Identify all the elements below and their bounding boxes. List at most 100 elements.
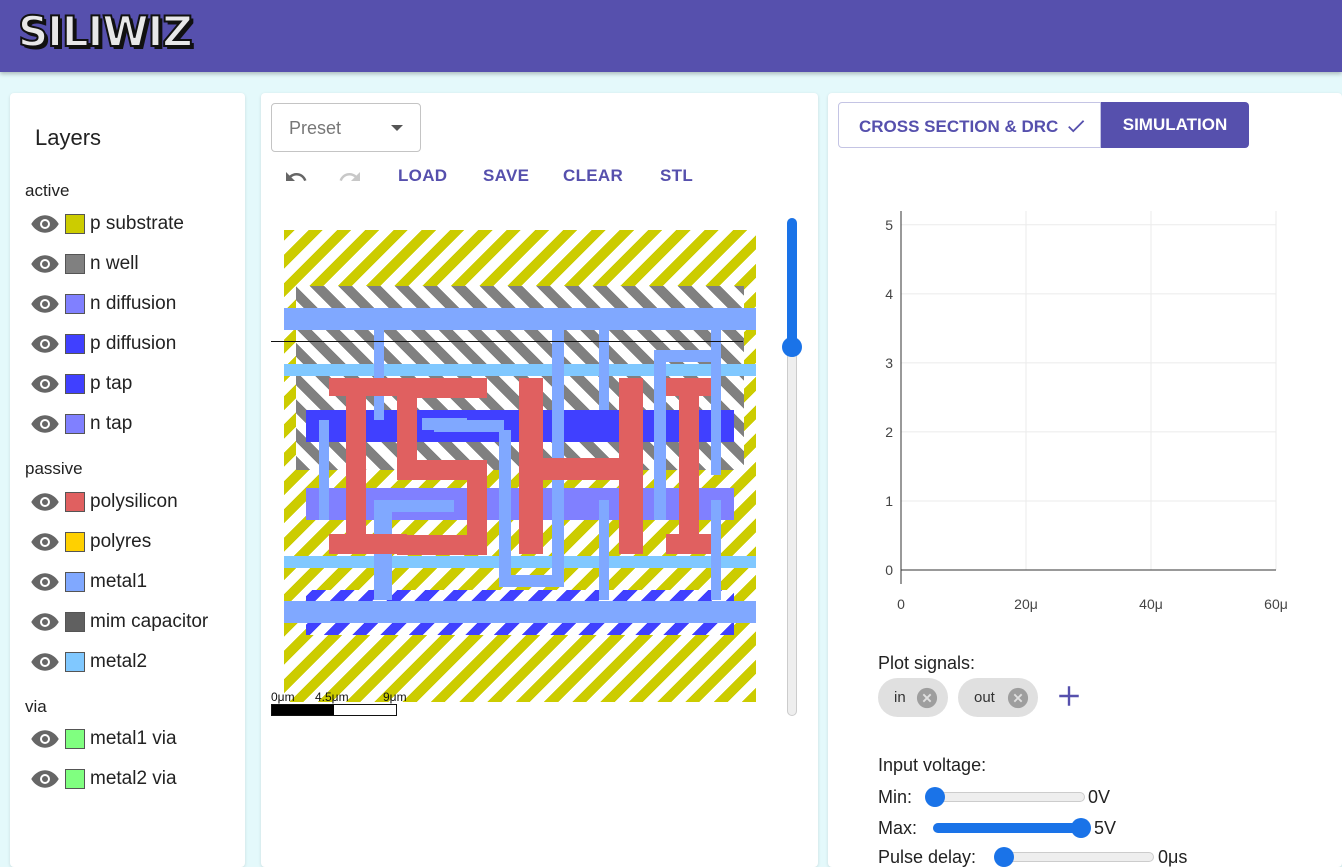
undo-icon[interactable] xyxy=(281,165,311,189)
eye-icon[interactable] xyxy=(30,572,60,592)
polysilicon-layer xyxy=(679,378,699,554)
layer-row-polysilicon[interactable]: polysilicon xyxy=(30,488,240,516)
eye-icon[interactable] xyxy=(30,492,60,512)
redo-icon[interactable] xyxy=(335,165,365,189)
metal1-wire xyxy=(599,330,609,410)
layers-title: Layers xyxy=(35,125,102,150)
layer-row-metal1[interactable]: metal1 xyxy=(30,568,240,596)
layer-row-p-substrate[interactable]: p substrate xyxy=(30,210,240,238)
eye-icon[interactable] xyxy=(30,729,60,749)
layer-label: metal1 xyxy=(90,571,148,592)
eye-icon[interactable] xyxy=(30,254,60,274)
signal-chip-in[interactable]: in xyxy=(878,678,948,717)
metal1-wire xyxy=(599,500,609,600)
layer-swatch xyxy=(65,769,85,789)
layer-swatch xyxy=(65,334,85,354)
eye-icon[interactable] xyxy=(30,214,60,234)
y-tick-label: 5 xyxy=(885,217,893,233)
layer-row-n-well[interactable]: n well xyxy=(30,250,240,278)
y-tick-label: 0 xyxy=(885,562,893,578)
layer-row-n-tap[interactable]: n tap xyxy=(30,410,240,438)
stl-button[interactable]: STL xyxy=(660,166,693,186)
metal1-wire xyxy=(422,418,467,430)
metal1-wire xyxy=(374,330,384,420)
max-voltage-row: Max: 5V xyxy=(878,814,1338,842)
clear-button[interactable]: CLEAR xyxy=(563,166,623,186)
eye-icon[interactable] xyxy=(30,294,60,314)
tab-cross-section-label: CROSS SECTION & DRC xyxy=(859,117,1059,136)
y-tick-label: 1 xyxy=(885,493,893,509)
tab-simulation[interactable]: SIMULATION xyxy=(1101,102,1249,148)
min-voltage-slider[interactable] xyxy=(935,792,1085,802)
pulse-delay-row: Pulse delay: 0μs xyxy=(878,843,1338,867)
tab-cross-section-drc[interactable]: CROSS SECTION & DRC xyxy=(838,102,1101,148)
layer-row-metal2-via[interactable]: metal2 via xyxy=(30,765,240,793)
signal-chip-label: out xyxy=(974,689,995,706)
max-voltage-value: 5V xyxy=(1094,818,1117,838)
layer-label: metal2 xyxy=(90,651,148,672)
check-icon xyxy=(1068,120,1085,133)
x-tick-label: 0 xyxy=(897,596,905,612)
chevron-down-icon xyxy=(391,125,403,131)
pulse-delay-thumb[interactable] xyxy=(994,847,1014,867)
x-tick-label: 60μ xyxy=(1264,596,1288,612)
add-signal-icon[interactable] xyxy=(1056,683,1082,709)
plot-signals-label: Plot signals: xyxy=(878,653,976,673)
metal1-wire xyxy=(711,330,721,475)
cross-section-slider-thumb[interactable] xyxy=(782,337,802,357)
pulse-delay-slider[interactable] xyxy=(1004,852,1154,862)
polysilicon-layer xyxy=(397,535,487,555)
layer-label: p diffusion xyxy=(90,333,177,354)
eye-icon[interactable] xyxy=(30,612,60,632)
eye-icon[interactable] xyxy=(30,652,60,672)
eye-icon[interactable] xyxy=(30,334,60,354)
cross-section-slider-fill xyxy=(787,218,797,348)
layer-swatch xyxy=(65,729,85,749)
max-label: Max: xyxy=(878,818,918,838)
metal1-rail xyxy=(284,601,756,623)
app-logo: SILIWIZ xyxy=(17,7,194,57)
preset-select[interactable]: Preset xyxy=(271,103,421,152)
load-button[interactable]: LOAD xyxy=(398,166,447,186)
signal-chip-out[interactable]: out xyxy=(958,678,1038,717)
max-voltage-fill xyxy=(933,823,1083,833)
group-title-active: active xyxy=(25,181,70,200)
layer-swatch xyxy=(65,214,85,234)
group-title-passive: passive xyxy=(25,459,83,478)
app-bar: SILIWIZ xyxy=(0,0,1342,72)
eye-icon[interactable] xyxy=(30,769,60,789)
min-label: Min: xyxy=(878,787,913,807)
metal1-wire xyxy=(319,420,329,520)
layer-row-metal1-via[interactable]: metal1 via xyxy=(30,725,240,753)
eye-icon[interactable] xyxy=(30,532,60,552)
layer-label: metal2 via xyxy=(90,768,177,789)
layer-row-n-diffusion[interactable]: n diffusion xyxy=(30,290,240,318)
layer-row-polyres[interactable]: polyres xyxy=(30,528,240,556)
layer-swatch xyxy=(65,374,85,394)
close-icon[interactable] xyxy=(916,687,938,709)
save-button[interactable]: SAVE xyxy=(483,166,529,186)
metal1-wire xyxy=(499,430,511,585)
close-icon[interactable] xyxy=(1007,687,1029,709)
layer-label: polyres xyxy=(90,531,152,552)
layer-row-metal2[interactable]: metal2 xyxy=(30,648,240,676)
simulation-panel: CROSS SECTION & DRC SIMULATION 0 1 2 3 4 5 0 20… xyxy=(828,93,1342,867)
min-voltage-thumb[interactable] xyxy=(925,787,945,807)
y-tick-label: 3 xyxy=(885,355,893,371)
x-tick-label: 20μ xyxy=(1014,596,1038,612)
eye-icon[interactable] xyxy=(30,374,60,394)
signal-chip-label: in xyxy=(894,689,906,706)
layer-row-p-diffusion[interactable]: p diffusion xyxy=(30,330,240,358)
eye-icon[interactable] xyxy=(30,414,60,434)
layer-label: mim capacitor xyxy=(90,611,209,632)
max-voltage-thumb[interactable] xyxy=(1071,818,1091,838)
layer-label: p substrate xyxy=(90,213,184,234)
layer-label: n well xyxy=(90,253,139,274)
layer-swatch xyxy=(65,254,85,274)
cross-section-line[interactable] xyxy=(271,341,743,342)
layer-row-p-tap[interactable]: p tap xyxy=(30,370,240,398)
layer-row-mim-capacitor[interactable]: mim capacitor xyxy=(30,608,240,636)
y-tick-label: 2 xyxy=(885,424,893,440)
layer-swatch xyxy=(65,612,85,632)
layout-canvas[interactable] xyxy=(284,230,756,702)
